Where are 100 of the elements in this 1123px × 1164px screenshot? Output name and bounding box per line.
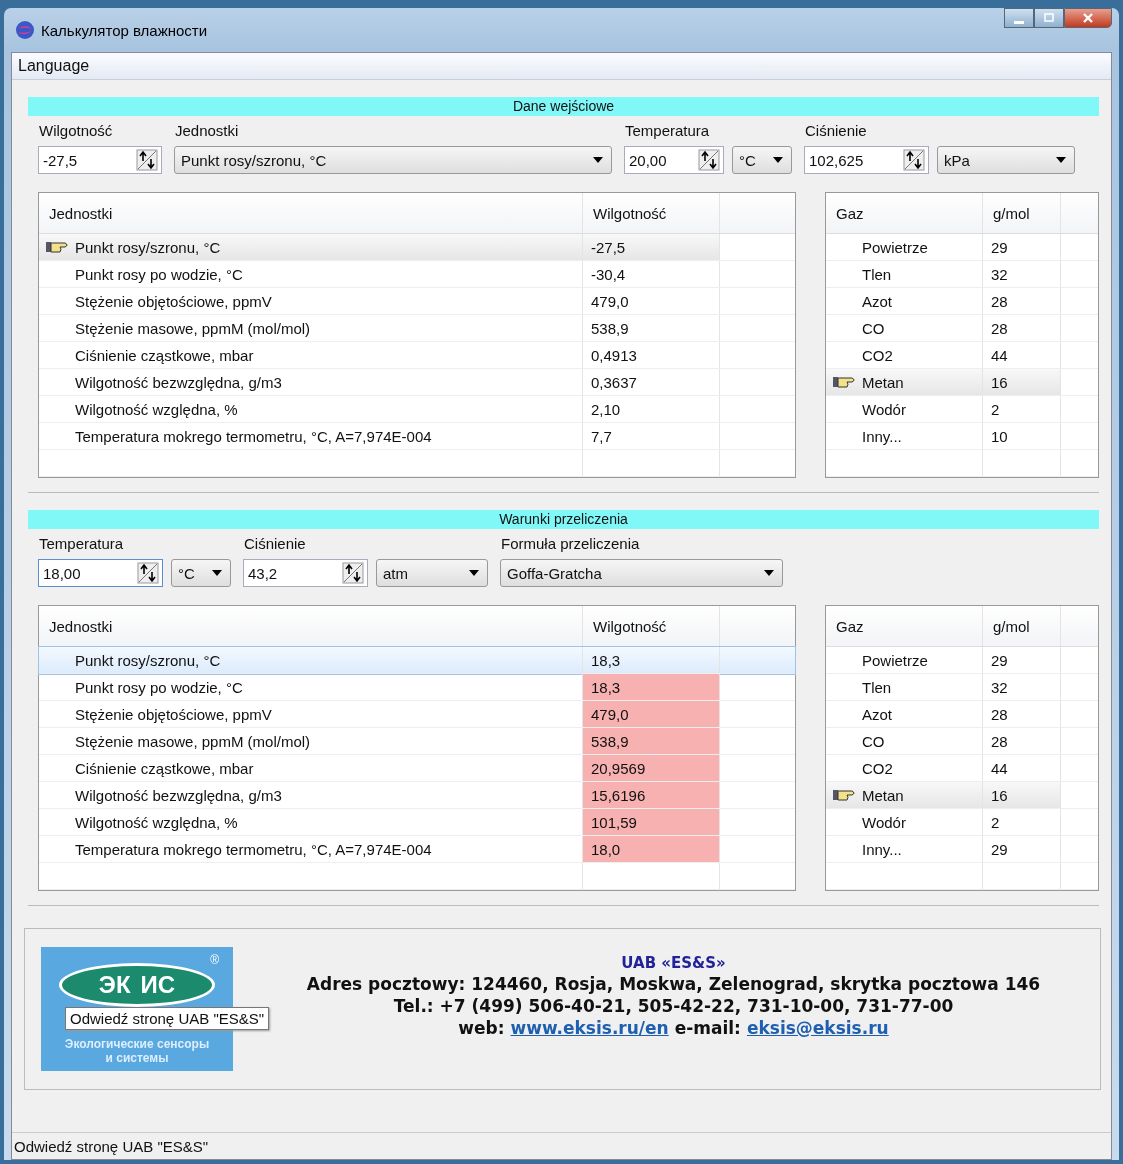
table-row[interactable]: Wilgotność względna, % 2,10 — [39, 396, 795, 423]
table-cell: Powietrze — [858, 647, 983, 673]
table-cell: Tlen — [858, 674, 983, 700]
table-row[interactable]: Stężenie objętościowe, ppmV 479,0 — [39, 288, 795, 315]
table-cell: 0,3637 — [583, 369, 720, 395]
table-cell: 0,4913 — [583, 342, 720, 368]
table-row[interactable]: Azot 28 — [826, 288, 1098, 315]
menu-item[interactable]: Language — [16, 57, 92, 75]
table-row[interactable]: Wilgotność względna, % 101,59 — [39, 809, 795, 836]
table-cell: Azot — [858, 288, 983, 314]
table-cell: 32 — [983, 261, 1061, 287]
globe-icon — [15, 20, 35, 40]
column-header[interactable]: Jednostki — [39, 193, 583, 233]
table-row[interactable]: Ciśnienie cząstkowe, mbar 0,4913 — [39, 342, 795, 369]
table-row[interactable]: Powietrze 29 — [826, 234, 1098, 261]
table-cell: 15,6196 — [583, 782, 720, 808]
table-row[interactable]: CO 28 — [826, 728, 1098, 755]
table-cell: 28 — [983, 288, 1061, 314]
table-row[interactable]: Wodór 2 — [826, 396, 1098, 423]
table-row[interactable]: Wodór 2 — [826, 809, 1098, 836]
caret-icon — [212, 570, 222, 576]
spin-icon[interactable] — [342, 562, 364, 584]
table-cell: 20,9569 — [583, 755, 720, 781]
column-header[interactable]: Gaz — [826, 606, 983, 646]
table-row[interactable]: CO 28 — [826, 315, 1098, 342]
table-row[interactable]: Punkt rosy po wodzie, °C -30,4 — [39, 261, 795, 288]
status-bar: Odwiedź stronę UAB "ES&S" — [12, 1132, 1111, 1159]
dropdown[interactable]: atm — [376, 559, 488, 587]
table-cell: 44 — [983, 755, 1061, 781]
table-row[interactable]: Stężenie masowe, ppmM (mol/mol) 538,9 — [39, 315, 795, 342]
table-cell: Powietrze — [858, 234, 983, 260]
table-row[interactable]: Temperatura mokrego termometru, °C, A=7,974E-004 18,0 — [39, 836, 795, 863]
table-cell: CO — [858, 315, 983, 341]
table-row[interactable]: Punkt rosy/szronu, °C -27,5 — [39, 234, 795, 261]
number-field[interactable]: 20,00 — [624, 146, 724, 174]
logo-letters: ИС — [140, 971, 176, 999]
dropdown[interactable]: Punkt rosy/szronu, °C — [174, 146, 612, 174]
caret-icon — [773, 157, 783, 163]
table-row[interactable]: Stężenie objętościowe, ppmV 479,0 — [39, 701, 795, 728]
email-label: e-mail: — [674, 1018, 741, 1038]
table-row[interactable]: Wilgotność bezwzględna, g/m3 15,6196 — [39, 782, 795, 809]
close-icon — [1082, 12, 1094, 24]
field-label: Formuła przeliczenia — [500, 535, 641, 552]
spin-icon[interactable] — [137, 562, 159, 584]
close-button[interactable] — [1064, 8, 1112, 28]
table-row[interactable]: Wilgotność bezwzględna, g/m3 0,3637 — [39, 369, 795, 396]
dropdown[interactable]: °C — [732, 146, 792, 174]
logo-letters: ЭК — [98, 971, 131, 999]
column-header[interactable]: Wilgotność — [583, 193, 720, 233]
table-row[interactable]: Punkt rosy po wodzie, °C 18,3 — [39, 674, 795, 701]
table-row[interactable]: Tlen 32 — [826, 261, 1098, 288]
table-row[interactable]: Temperatura mokrego termometru, °C, A=7,974E-004 7,7 — [39, 423, 795, 450]
number-field[interactable]: 18,00 — [38, 559, 163, 587]
table-cell: 479,0 — [583, 288, 720, 314]
dropdown[interactable]: kPa — [937, 146, 1075, 174]
window-title: Калькулятор влажности — [41, 21, 208, 39]
table-row[interactable]: Metan 16 — [826, 369, 1098, 396]
number-field[interactable]: 43,2 — [243, 559, 368, 587]
table-cell: 538,9 — [583, 728, 720, 754]
table-cell: 18,0 — [583, 836, 720, 862]
table-row[interactable]: Azot 28 — [826, 701, 1098, 728]
table-cell: CO — [858, 728, 983, 754]
table-row[interactable]: Punkt rosy/szronu, °C 18,3 — [39, 647, 795, 674]
website-link[interactable]: www.eksis.ru/en — [510, 1018, 669, 1038]
field-label: Temperatura — [38, 535, 125, 552]
table-cell: Wilgotność bezwzględna, g/m3 — [71, 369, 583, 395]
table-cell: Stężenie objętościowe, ppmV — [71, 288, 583, 314]
maximize-icon — [1043, 12, 1055, 24]
table-row[interactable]: Inny... 29 — [826, 836, 1098, 863]
column-header[interactable]: g/mol — [983, 193, 1061, 233]
table-row[interactable]: Ciśnienie cząstkowe, mbar 20,9569 — [39, 755, 795, 782]
table-cell: Metan — [858, 369, 983, 395]
spin-icon[interactable] — [136, 149, 158, 171]
minimize-button[interactable] — [1004, 8, 1034, 28]
dropdown[interactable]: Goffa-Gratcha — [500, 559, 783, 587]
dropdown[interactable]: °C — [171, 559, 231, 587]
table-cell: 28 — [983, 701, 1061, 727]
address-text: Adres pocztowy: 124460, Rosja, Moskwa, Zelenograd, skrytka pocztowa 146 — [306, 974, 1041, 994]
table-row[interactable]: Inny... 10 — [826, 423, 1098, 450]
number-field[interactable]: 102,625 — [804, 146, 929, 174]
table-cell: 16 — [983, 782, 1061, 808]
table-cell: 29 — [983, 234, 1061, 260]
column-header[interactable]: g/mol — [983, 606, 1061, 646]
table-cell: 538,9 — [583, 315, 720, 341]
tooltip: Odwiedź stronę UAB "ES&S" — [65, 1007, 270, 1030]
table-row[interactable]: Metan 16 — [826, 782, 1098, 809]
number-field[interactable]: -27,5 — [38, 146, 162, 174]
table-row[interactable]: Tlen 32 — [826, 674, 1098, 701]
table-row[interactable]: Stężenie masowe, ppmM (mol/mol) 538,9 — [39, 728, 795, 755]
table-cell: Punkt rosy/szronu, °C — [71, 647, 583, 673]
phone-text: Tel.: +7 (499) 506-40-21, 505-42-22, 731-10-00, 731-77-00 — [393, 996, 954, 1016]
spin-icon[interactable] — [903, 149, 925, 171]
maximize-button[interactable] — [1034, 8, 1064, 28]
table-cell: -30,4 — [583, 261, 720, 287]
column-header[interactable]: Gaz — [826, 193, 983, 233]
email-link[interactable]: eksis@eksis.ru — [746, 1018, 889, 1038]
table-cell: 32 — [983, 674, 1061, 700]
spin-icon[interactable] — [698, 149, 720, 171]
table-row[interactable]: Powietrze 29 — [826, 647, 1098, 674]
table-cell: 2,10 — [583, 396, 720, 422]
